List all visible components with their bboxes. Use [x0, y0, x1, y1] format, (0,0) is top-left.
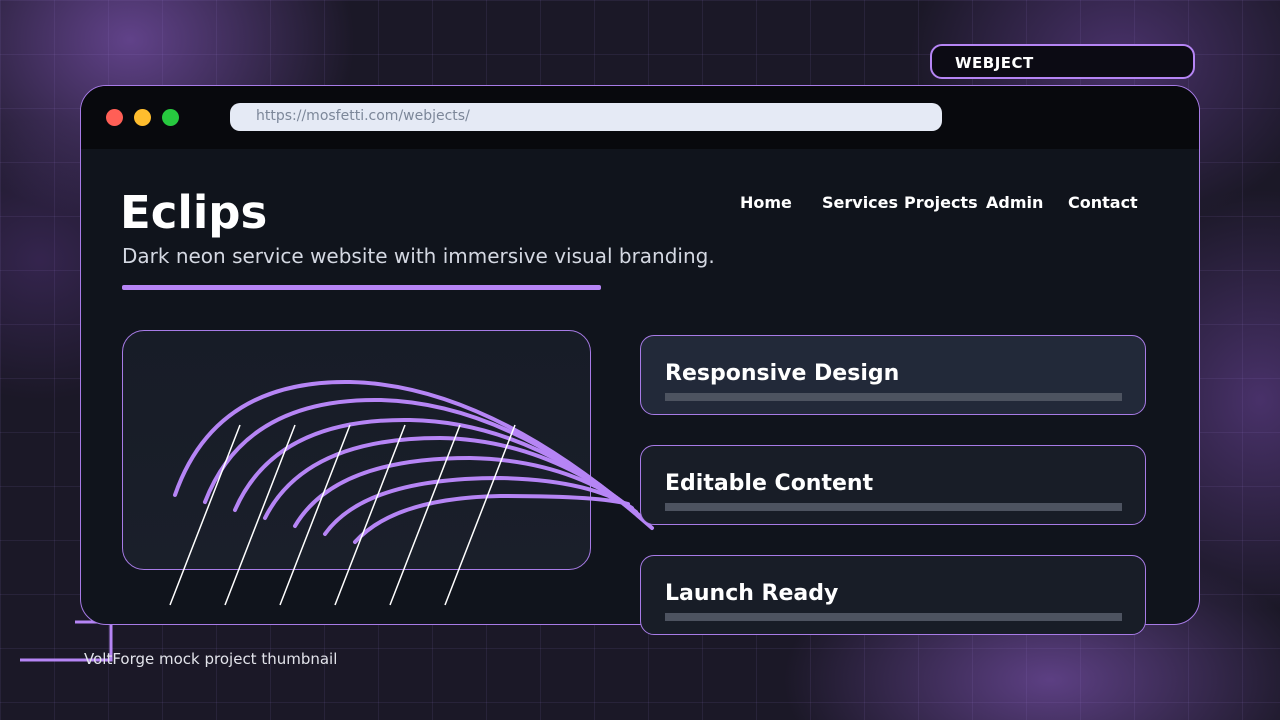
- feature-placeholder-bar: [665, 393, 1122, 401]
- accent-divider: [122, 285, 601, 290]
- feature-title: Responsive Design: [665, 361, 900, 386]
- webject-badge: WEBJECT: [930, 44, 1195, 79]
- close-dot[interactable]: [106, 109, 123, 126]
- minimize-dot[interactable]: [134, 109, 151, 126]
- feature-title: Editable Content: [665, 471, 874, 496]
- nav-contact-link[interactable]: Contact: [1068, 193, 1138, 213]
- site-brand[interactable]: Eclips: [120, 185, 267, 241]
- feature-card-editable[interactable]: Editable Content: [640, 445, 1146, 525]
- maximize-dot[interactable]: [162, 109, 179, 126]
- nav-services-link[interactable]: Services: [822, 193, 898, 213]
- nav-projects-link[interactable]: Projects: [904, 193, 978, 213]
- nav-home-link[interactable]: Home: [740, 193, 792, 213]
- nav-admin-link[interactable]: Admin: [986, 193, 1043, 213]
- address-bar[interactable]: https://mosfetti.com/webjects/: [230, 103, 942, 131]
- browser-titlebar: https://mosfetti.com/webjects/: [81, 86, 1199, 149]
- webject-badge-label: WEBJECT: [955, 54, 1034, 72]
- feature-placeholder-bar: [665, 613, 1122, 621]
- feature-placeholder-bar: [665, 503, 1122, 511]
- thumbnail-caption: VoltForge mock project thumbnail: [84, 650, 338, 668]
- site-tagline: Dark neon service website with immersive…: [122, 244, 715, 268]
- address-bar-url: https://mosfetti.com/webjects/: [256, 108, 470, 124]
- feature-card-responsive[interactable]: Responsive Design: [640, 335, 1146, 415]
- feature-card-launch[interactable]: Launch Ready: [640, 555, 1146, 635]
- hero-art-panel: [122, 330, 591, 570]
- feature-title: Launch Ready: [665, 581, 839, 606]
